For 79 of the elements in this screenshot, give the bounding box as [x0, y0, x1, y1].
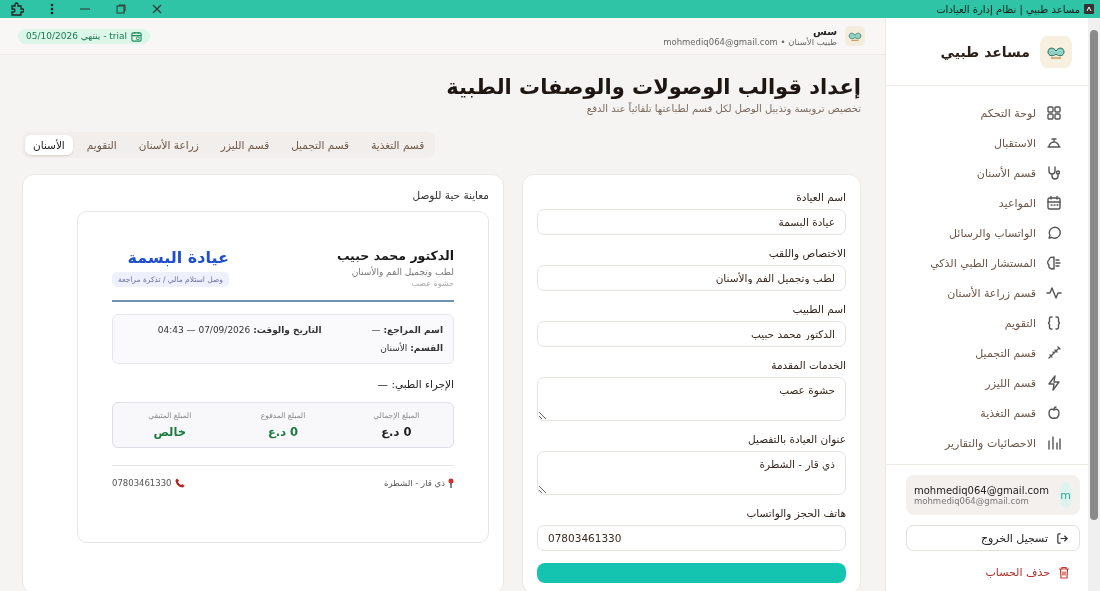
- trash-icon: [1058, 565, 1070, 579]
- department: القسم: الأسنان: [379, 343, 443, 353]
- tab[interactable]: قسم التجميل: [283, 135, 358, 155]
- clinic-address: ذي قار - الشطرة: [383, 478, 445, 488]
- procedure: الإجراء الطبي: —: [376, 378, 454, 390]
- extension-icon[interactable]: [10, 2, 24, 16]
- specialty: لطب وتجميل الفم والأسنان: [350, 267, 454, 277]
- user-name: mohmediq064@gmail.com: [914, 484, 1049, 496]
- nav-item[interactable]: المواعيد: [886, 188, 1088, 218]
- nav-item[interactable]: الاحصائيات والتقارير: [886, 428, 1088, 458]
- logo-icon: [1040, 35, 1072, 68]
- nav-item[interactable]: قسم التغذية: [886, 398, 1088, 428]
- amount-value: 0 د.ع: [267, 425, 299, 439]
- input-field[interactable]: 07803461330: [537, 525, 846, 551]
- user-name: سس: [813, 25, 837, 37]
- page-subtitle: تخصيص ترويسة وتذييل الوصل لكل قسم لطباعتها تلقائياً عند الدفع: [585, 103, 861, 114]
- logo-icon: [845, 26, 865, 46]
- bell-icon: [1046, 135, 1062, 151]
- restore-icon[interactable]: [116, 4, 126, 14]
- tab[interactable]: قسم التغذية: [363, 135, 433, 155]
- nav-item[interactable]: التقويم: [886, 308, 1088, 338]
- field-label: اسم العيادة: [795, 191, 846, 203]
- delete-account-button[interactable]: حذف الحساب: [906, 561, 1080, 583]
- nav-item[interactable]: قسم زراعة الأسنان: [886, 278, 1088, 308]
- doctor-name: الدكتور محمد حبيب: [336, 248, 454, 263]
- nav-item[interactable]: المستشار الطبي الذكي: [886, 248, 1088, 278]
- trial-text: trial - ينتهي 05/10/2026: [26, 31, 128, 41]
- phone-number: 07803461330: [112, 478, 172, 488]
- field-label: الخدمات المقدمة: [770, 359, 846, 371]
- braces-icon: [1046, 315, 1062, 331]
- avatar: m: [1058, 482, 1072, 508]
- nav-item[interactable]: قسم الليزر: [886, 368, 1088, 398]
- logout-button[interactable]: تسجيل الخروج: [906, 525, 1080, 551]
- page-title: إعداد قوالب الوصولات والوصفات الطبية: [445, 75, 861, 99]
- pulse-icon: [1046, 285, 1062, 301]
- field-label: هاتف الحجز والواتساب: [745, 507, 846, 519]
- apple-icon: [1046, 405, 1062, 421]
- text-area[interactable]: ذي قار - الشطرة: [537, 451, 846, 495]
- patient-name: اسم المراجع: —: [371, 325, 443, 335]
- field-label: الاختصاص واللقب: [767, 247, 846, 259]
- services: حشوة عصب: [410, 279, 454, 288]
- pin-icon: [448, 478, 454, 488]
- nav-item[interactable]: الاستقبال: [886, 128, 1088, 158]
- nav-item[interactable]: الواتساب والرسائل: [886, 218, 1088, 248]
- field-label: اسم الطبيب: [791, 303, 846, 315]
- calendar-icon: [1046, 195, 1062, 211]
- input-field[interactable]: عيادة البسمة: [537, 209, 846, 235]
- more-icon[interactable]: [50, 3, 54, 15]
- window-title: مساعد طبيي | نظام إدارة العيادات: [936, 3, 1080, 15]
- nav-item[interactable]: قسم الأسنان: [886, 158, 1088, 188]
- input-field[interactable]: الدكتور محمد حبيب: [537, 321, 846, 347]
- bolt-icon: [1046, 375, 1062, 391]
- brain-icon: [1046, 255, 1062, 271]
- user-email: mohmediq064@gmail.com: [914, 495, 1029, 506]
- input-field[interactable]: لطب وتجميل الفم والأسنان: [537, 265, 846, 291]
- tab[interactable]: الأسنان: [25, 135, 73, 155]
- close-icon[interactable]: [152, 4, 162, 14]
- app-name: مساعد طبيي: [940, 43, 1030, 60]
- tab[interactable]: زراعة الأسنان: [130, 135, 207, 155]
- clinic-name: عيادة البسمة: [127, 248, 229, 267]
- scrollbar[interactable]: [1088, 18, 1100, 591]
- field-label: عنوان العيادة بالتفصيل: [747, 433, 846, 445]
- chart-icon: [1046, 435, 1062, 451]
- logout-icon: [1056, 531, 1069, 545]
- preview-title: معاينة حية للوصل: [411, 189, 489, 201]
- tab[interactable]: قسم الليزر: [212, 135, 278, 155]
- syringe-icon: [1046, 345, 1062, 361]
- grid-icon: [1046, 105, 1062, 121]
- app-icon: [1084, 4, 1094, 14]
- amount-value: خالص: [153, 425, 186, 439]
- amount-value: 0 د.ع: [381, 425, 412, 439]
- tab[interactable]: التقويم: [78, 135, 125, 155]
- phone-icon: [174, 478, 185, 488]
- text-area[interactable]: حشوة عصب: [537, 377, 846, 421]
- calendar-icon: [131, 30, 143, 42]
- nav-item[interactable]: قسم التجميل: [886, 338, 1088, 368]
- stethoscope-icon: [1046, 165, 1062, 181]
- nav-item[interactable]: لوحة التحكم: [886, 98, 1088, 128]
- chat-icon: [1046, 225, 1062, 241]
